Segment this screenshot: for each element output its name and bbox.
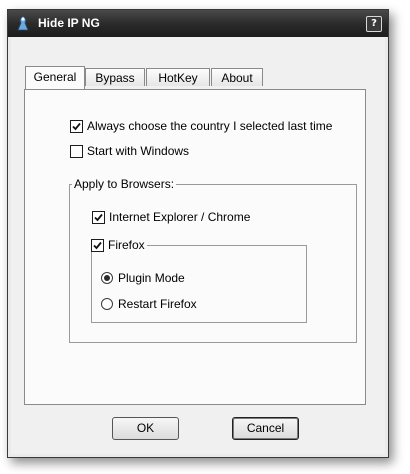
cancel-button-label: Cancel [246,421,285,435]
cancel-button[interactable]: Cancel [232,417,299,440]
ok-button[interactable]: OK [112,417,179,440]
dialog-window: Hide IP NG ? General Bypass HotKey About [7,9,389,458]
plugin-mode-radio[interactable]: Plugin Mode [101,271,185,285]
firefox-checkbox[interactable]: Firefox [91,238,147,252]
radio-button[interactable] [101,298,113,310]
tab-bypass[interactable]: Bypass [85,68,145,86]
tab-bypass-label: Bypass [95,71,135,85]
apply-to-browsers-title: Apply to Browsers: [72,177,177,191]
apply-to-browsers-group: Apply to Browsers: Internet Explorer / C… [69,177,357,343]
plugin-mode-label: Plugin Mode [118,271,185,285]
start-with-windows-label: Start with Windows [87,144,190,158]
dialog-client-area: General Bypass HotKey About Always choos… [11,37,385,454]
checkmark-icon [94,213,103,221]
tab-general-label: General [33,70,77,84]
tab-about-label: About [221,71,253,85]
firefox-group: Firefox Plugin Mode Restart Firefox [91,238,307,323]
tab-hotkey[interactable]: HotKey [146,68,210,86]
start-with-windows-checkbox[interactable]: Start with Windows [70,144,189,158]
restart-firefox-radio[interactable]: Restart Firefox [101,297,197,311]
tab-about[interactable]: About [211,68,263,86]
window-title: Hide IP NG [38,16,100,30]
checkmark-icon [93,241,102,249]
help-icon[interactable]: ? [366,16,382,32]
checkmark-icon [72,122,81,130]
checkbox-box[interactable] [91,238,104,252]
checkbox-box[interactable] [70,119,83,133]
firefox-label: Firefox [108,238,145,252]
ie-chrome-label: Internet Explorer / Chrome [109,210,251,224]
title-bar[interactable]: Hide IP NG ? [8,10,388,37]
radio-selected-dot [104,275,110,281]
ok-button-label: OK [136,421,155,435]
general-tab-panel: Always choose the country I selected las… [24,89,366,405]
radio-button[interactable] [101,272,113,284]
always-choose-country-checkbox[interactable]: Always choose the country I selected las… [70,119,332,133]
restart-firefox-label: Restart Firefox [118,297,197,311]
tab-general[interactable]: General [25,66,85,89]
ie-chrome-checkbox[interactable]: Internet Explorer / Chrome [92,210,250,224]
tab-hotkey-label: HotKey [158,71,198,85]
always-choose-country-label: Always choose the country I selected las… [87,119,333,133]
checkbox-box[interactable] [92,210,105,224]
app-icon [15,15,31,31]
checkbox-box[interactable] [70,144,83,158]
